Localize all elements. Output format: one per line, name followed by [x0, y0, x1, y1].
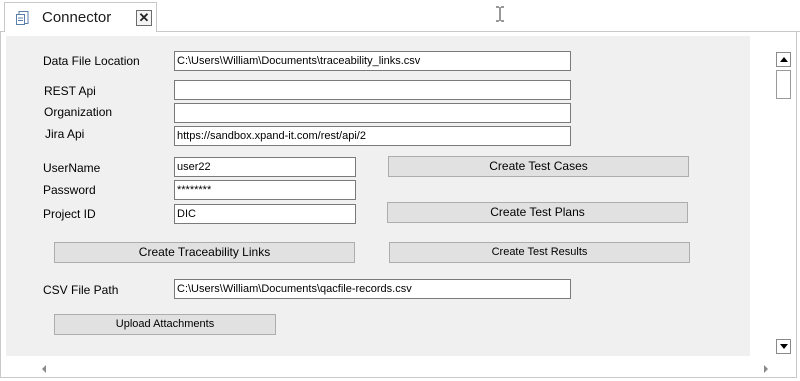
csv-file-path-field[interactable]: C:\Users\William\Documents\qacfile-recor… [174, 279, 571, 299]
create-test-results-button[interactable]: Create Test Results [389, 242, 690, 263]
scroll-left-icon[interactable] [40, 361, 48, 373]
username-label: UserName [43, 161, 101, 175]
chevron-down-icon [780, 344, 788, 349]
data-file-location-label: Data File Location [43, 54, 140, 68]
organization-label: Organization [44, 105, 113, 119]
connector-form-panel: Data File Location C:\Users\William\Docu… [6, 36, 750, 356]
upload-attachments-button[interactable]: Upload Attachments [54, 314, 276, 335]
password-field[interactable]: ******** [174, 180, 356, 200]
jira-api-field[interactable]: https://sandbox.xpand-it.com/rest/api/2 [174, 126, 571, 146]
close-icon[interactable]: ✕ [136, 10, 152, 26]
tab-title: Connector [42, 9, 112, 26]
vertical-scroll-thumb[interactable] [776, 70, 791, 99]
tab-connector[interactable]: Connector ✕ [4, 2, 157, 32]
create-traceability-links-button[interactable]: Create Traceability Links [54, 242, 355, 263]
text-cursor-icon [495, 6, 505, 22]
jira-api-label: Jira Api [45, 127, 85, 141]
data-file-location-field[interactable]: C:\Users\William\Documents\traceability_… [174, 51, 571, 71]
organization-field[interactable] [174, 103, 571, 123]
scroll-right-icon[interactable] [762, 361, 770, 373]
username-field[interactable]: user22 [174, 157, 356, 177]
project-id-field[interactable]: DIC [174, 204, 356, 224]
password-label: Password [43, 183, 96, 197]
chevron-up-icon [780, 57, 788, 62]
csv-file-path-label: CSV File Path [43, 283, 119, 297]
create-test-cases-button[interactable]: Create Test Cases [388, 156, 689, 177]
create-test-plans-button[interactable]: Create Test Plans [387, 202, 688, 223]
project-id-label: Project ID [43, 207, 96, 221]
rest-api-field[interactable] [174, 80, 571, 100]
scroll-up-button[interactable] [776, 52, 791, 67]
document-icon [15, 10, 31, 26]
scroll-down-button[interactable] [776, 339, 791, 354]
rest-api-label: REST Api [44, 84, 96, 98]
